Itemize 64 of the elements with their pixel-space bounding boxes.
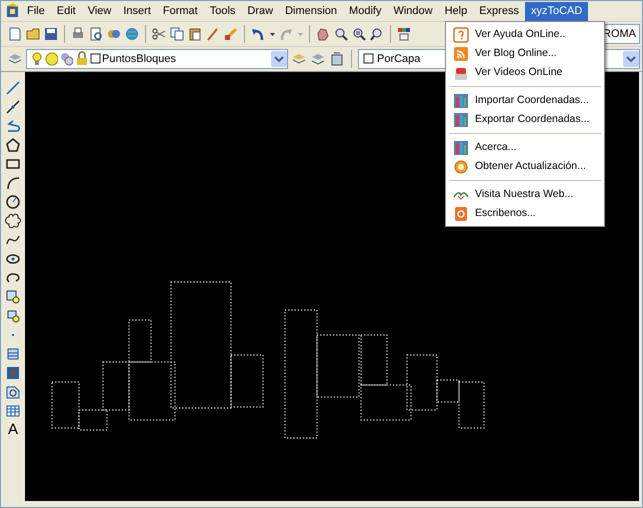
update-icon — [453, 158, 469, 174]
layer-name: PuntosBloques — [102, 52, 177, 67]
color-name: PorCapa — [377, 52, 420, 67]
menu-item[interactable]: Insert — [117, 2, 157, 20]
make-block-icon[interactable] — [5, 308, 21, 324]
help-icon — [453, 26, 469, 42]
menu-item[interactable]: Window — [387, 2, 439, 20]
match-properties-icon[interactable] — [223, 26, 239, 42]
hatch-icon[interactable] — [5, 346, 21, 362]
line-icon[interactable] — [5, 80, 21, 96]
construction-line-icon[interactable] — [5, 99, 21, 115]
new-file-icon[interactable] — [7, 26, 23, 42]
circle-icon[interactable] — [5, 194, 21, 210]
app-logo-icon[interactable] — [5, 3, 21, 19]
save-icon[interactable] — [43, 26, 59, 42]
rss-feed-icon — [453, 46, 469, 62]
books-icon — [453, 140, 469, 156]
zoom-realtime-icon[interactable] — [333, 26, 349, 42]
zoom-window-icon[interactable] — [351, 26, 367, 42]
menu-item[interactable]: View — [82, 2, 118, 20]
globe-icon[interactable] — [124, 26, 140, 42]
menu-item[interactable]: Modify — [343, 2, 388, 20]
menu-item[interactable]: Acerca... — [475, 140, 516, 156]
menu-item[interactable]: Visita Nuestra Web... — [475, 186, 574, 202]
undo-icon[interactable] — [250, 26, 266, 42]
copy-icon[interactable] — [169, 26, 185, 42]
menu-item[interactable]: Ver Blog Online... — [475, 46, 557, 62]
gradient-icon[interactable] — [5, 365, 21, 381]
menu-item[interactable]: Dimension — [279, 2, 344, 20]
text-tool[interactable]: A — [8, 422, 18, 438]
layer-dropdown[interactable]: PuntosBloques — [26, 49, 288, 69]
books-icon — [453, 112, 469, 128]
menu-item[interactable]: Tools — [204, 2, 242, 20]
layer-previous-icon[interactable] — [310, 51, 326, 67]
sun-icon — [44, 51, 58, 67]
open-folder-icon[interactable] — [25, 26, 41, 42]
polyline-icon[interactable] — [5, 118, 21, 134]
insert-block-icon[interactable] — [5, 289, 21, 305]
menu-item[interactable]: Edit — [50, 2, 82, 20]
menu-item[interactable]: Format — [156, 2, 204, 20]
menu-item[interactable]: Obtener Actualización... — [475, 158, 586, 174]
menu-item[interactable]: Ver Videos OnLine — [475, 64, 562, 80]
region-icon[interactable] — [5, 384, 21, 400]
table-icon[interactable] — [5, 403, 21, 419]
arc-icon[interactable] — [5, 175, 21, 191]
menu-item[interactable]: Help — [438, 2, 474, 20]
menu-item[interactable]: Ver Ayuda OnLine.. — [475, 26, 566, 42]
menu-item[interactable]: Draw — [241, 2, 280, 20]
menu-item[interactable]: Express — [473, 2, 525, 20]
envelope-icon — [453, 206, 469, 222]
scissors-icon[interactable] — [151, 26, 167, 42]
menu-item[interactable]: xyzToCAD — [524, 2, 588, 20]
menu-item[interactable]: Escribenos... — [475, 206, 536, 222]
paste-icon[interactable] — [187, 26, 203, 42]
polygon-icon[interactable] — [5, 137, 21, 153]
books-icon — [453, 92, 469, 108]
menu-item[interactable]: Exportar Coordenadas... — [475, 112, 590, 128]
layer-states-icon[interactable] — [329, 51, 345, 67]
menu-item[interactable]: File — [21, 2, 51, 20]
preview-icon[interactable] — [88, 26, 104, 42]
revision-cloud-icon[interactable] — [5, 213, 21, 229]
menu-item[interactable]: Importar Coordenadas... — [475, 92, 589, 108]
lock-icon — [74, 51, 88, 67]
properties-icon[interactable] — [396, 26, 412, 42]
